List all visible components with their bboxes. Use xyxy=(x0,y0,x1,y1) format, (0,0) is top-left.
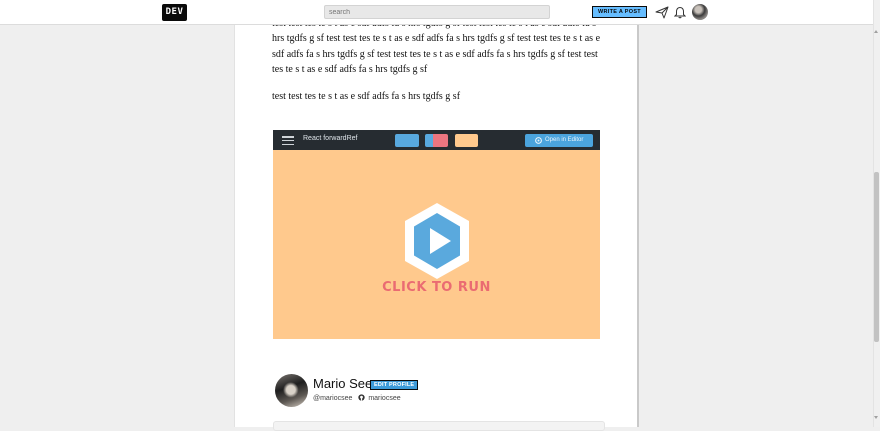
author-name[interactable]: Mario See xyxy=(313,376,372,391)
hamburger-menu-icon[interactable] xyxy=(282,136,294,146)
twitter-handle[interactable]: @mariocsee xyxy=(313,395,352,402)
author-avatar[interactable] xyxy=(275,374,308,407)
open-in-editor-label: Open in Editor xyxy=(545,137,584,143)
author-handles: @mariocsee mariocsee xyxy=(313,394,401,402)
embed-title: React forwardRef xyxy=(303,135,358,142)
codesandbox-icon xyxy=(535,137,542,144)
play-icon[interactable] xyxy=(402,201,472,281)
layout-preview-button[interactable] xyxy=(455,134,478,147)
open-in-editor-button[interactable]: Open in Editor xyxy=(525,134,593,147)
layout-editor-button[interactable] xyxy=(395,134,419,147)
scrollbar-thumb[interactable] xyxy=(874,172,879,342)
layout-split-button[interactable] xyxy=(425,134,448,147)
codesandbox-embed[interactable]: React forwardRef Open in Editor CLICK TO… xyxy=(273,130,600,339)
next-section-card xyxy=(273,421,605,431)
click-to-run-label[interactable]: CLICK TO RUN xyxy=(273,280,600,295)
dev-logo[interactable]: DEV xyxy=(162,4,187,21)
right-sidebar xyxy=(639,24,873,427)
embed-toolbar: React forwardRef Open in Editor xyxy=(273,130,600,150)
send-icon[interactable] xyxy=(655,6,669,19)
edit-profile-button[interactable]: EDIT PROFILE xyxy=(370,380,419,390)
write-a-post-button[interactable]: WRITE A POST xyxy=(592,6,647,18)
github-icon xyxy=(358,394,366,401)
article-paragraph: test test tes te s t as e sdf adfs fa s … xyxy=(272,18,601,76)
search-input[interactable] xyxy=(324,5,550,19)
user-avatar[interactable] xyxy=(692,4,708,20)
github-handle[interactable]: mariocsee xyxy=(368,395,400,402)
top-navigation-bar: DEV WRITE A POST xyxy=(0,0,873,25)
scroll-down-arrow-icon[interactable] xyxy=(874,416,878,419)
article-paragraph: test test tes te s t as e sdf adfs fa s … xyxy=(272,91,461,102)
scroll-up-arrow-icon[interactable] xyxy=(874,30,878,33)
bell-icon[interactable] xyxy=(674,6,686,19)
